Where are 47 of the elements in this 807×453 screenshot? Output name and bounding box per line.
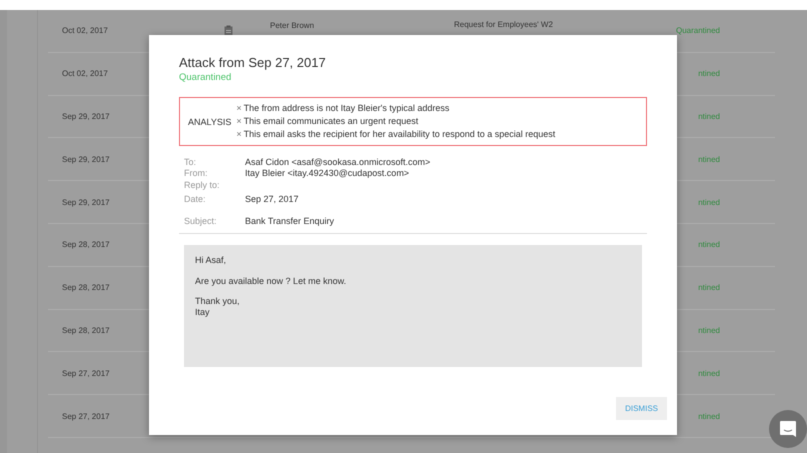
message-paragraph: Hi Asaf, — [195, 255, 228, 266]
cross-icon: × — [236, 129, 242, 139]
header-label: Reply to: — [184, 180, 221, 190]
status-text: ntined — [697, 368, 720, 378]
header-value: Bank Transfer Enquiry — [245, 216, 334, 226]
dismiss-button[interactable]: DISMISS — [616, 397, 667, 420]
header-label: To: — [184, 156, 198, 167]
status-text: ntined — [697, 240, 720, 250]
date-text: Sep 28, 2017 — [62, 326, 110, 335]
date-text: Sep 27, 2017 — [62, 368, 110, 378]
status-text: Quarantined — [179, 72, 232, 83]
header-label: From: — [184, 168, 208, 178]
message-paragraph: Are you available now ? Let me know. — [195, 276, 348, 286]
date-text: Sep 29, 2017 — [62, 112, 110, 121]
header-value: Itay Bleier <itay.492430@cudapost.com> — [245, 168, 410, 178]
date-text: Sep 29, 2017 — [62, 154, 110, 164]
header-label: Date: — [184, 194, 207, 204]
status-text: ntined — [697, 154, 720, 164]
status-text: ntined — [697, 198, 720, 207]
cross-icon: × — [236, 116, 242, 126]
header-label: Subject: — [184, 216, 218, 226]
header-value: Sep 27, 2017 — [245, 194, 299, 204]
analysis-label: ANALYSIS — [188, 116, 232, 126]
date-text: Sep 28, 2017 — [62, 240, 110, 250]
finding-text: The from address is not Itay Bleier's typical address — [244, 103, 450, 113]
status-text: ntined — [697, 112, 720, 121]
chat-button[interactable] — [769, 410, 807, 448]
status-text: ntined — [697, 412, 720, 421]
status-text: ntined — [697, 69, 720, 78]
status-text: ntined — [697, 283, 720, 292]
status-text: Quarantined — [674, 26, 720, 36]
date-text: Sep 29, 2017 — [62, 198, 110, 207]
date-text: Sep 28, 2017 — [62, 283, 110, 292]
finding-text: This email communicates an urgent request — [244, 116, 418, 126]
date-text: Sep 27, 2017 — [62, 412, 110, 421]
status-text: ntined — [697, 326, 720, 335]
clipboard-icon — [224, 25, 233, 36]
cross-icon: × — [236, 103, 242, 113]
email-subject: Request for Employees' W2 — [454, 20, 554, 29]
finding-text: This email asks the recipient for her availability to respond to a special request — [244, 129, 556, 139]
header-value: Asaf Cidon <asaf@sookasa.onmicrosoft.com> — [245, 156, 430, 167]
date-text: Oct 02, 2017 — [62, 26, 108, 36]
message-paragraph: Thank you, Itay — [195, 296, 241, 317]
chat-icon — [779, 420, 797, 438]
date-text: Oct 02, 2017 — [62, 69, 108, 78]
sender-name: Peter Brown — [270, 21, 314, 30]
dialog-title: Attack from Sep 27, 2017 — [179, 55, 327, 70]
